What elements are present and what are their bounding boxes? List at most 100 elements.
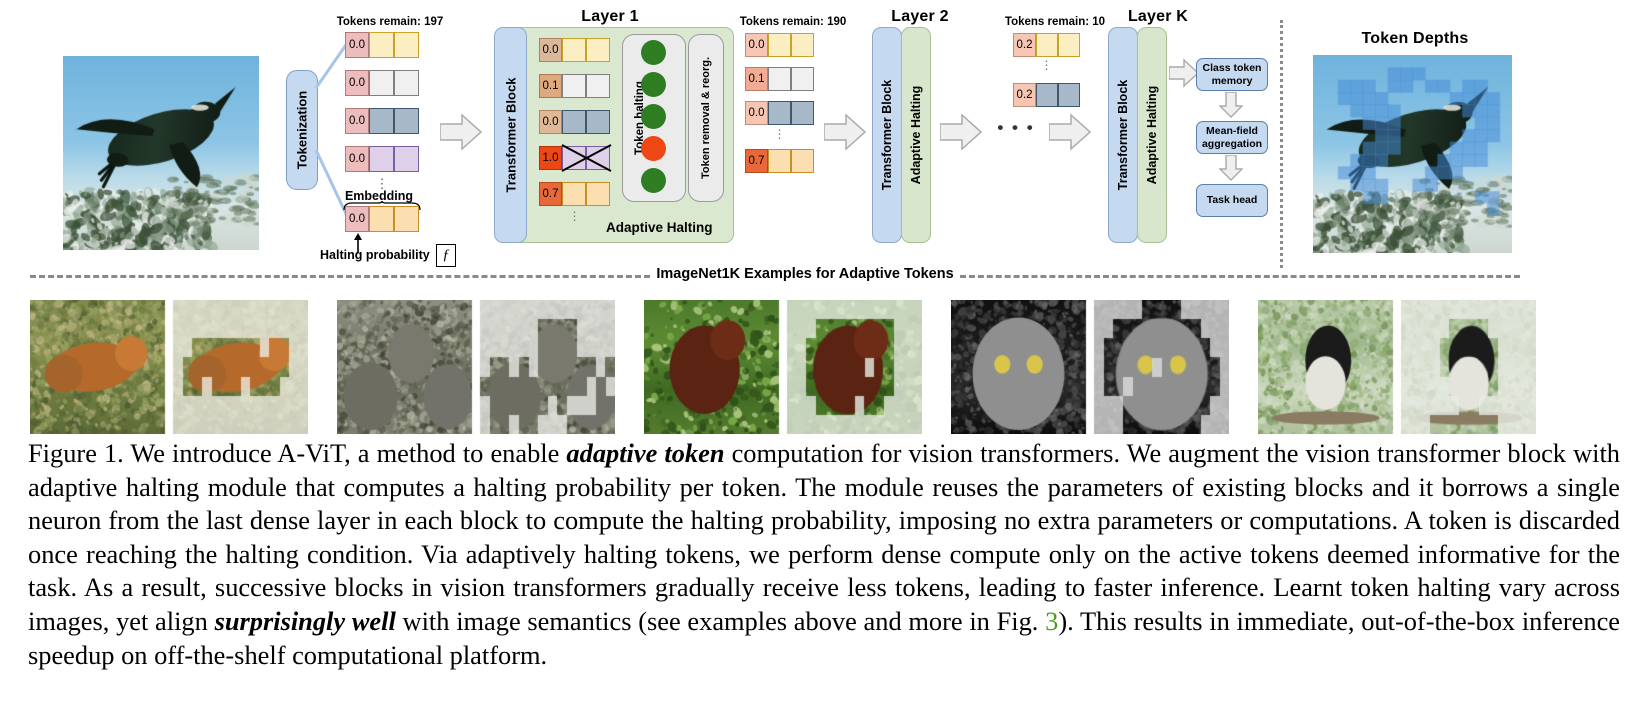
embedding-cell bbox=[369, 32, 394, 58]
token-row: 0.0 bbox=[345, 32, 419, 58]
halting-prob-cell: 0.0 bbox=[345, 32, 369, 58]
token-removal-label: Token removal & reorg. bbox=[700, 56, 712, 180]
token-depths-image bbox=[1313, 55, 1512, 253]
token-row: 0.2 bbox=[1013, 83, 1080, 107]
embedding-cell bbox=[394, 206, 419, 232]
embedding-cell bbox=[562, 74, 586, 98]
example-boar bbox=[337, 300, 615, 434]
caption-text: with image semantics (see examples above… bbox=[395, 605, 1046, 636]
token-row: 0.7 bbox=[745, 149, 814, 173]
token-row: 0.0 bbox=[345, 108, 419, 134]
embedding-cell bbox=[369, 206, 394, 232]
embedding-cell bbox=[394, 32, 419, 58]
token-row: 0.1 bbox=[539, 74, 610, 98]
caption-emphasis: surprisingly well bbox=[214, 605, 396, 636]
flow-arrow-down bbox=[1219, 92, 1243, 118]
token-rows-ellipsis: ⋮ bbox=[1040, 58, 1053, 72]
embedding-cell bbox=[768, 67, 791, 91]
embedding-cell bbox=[369, 146, 394, 172]
embedding-cell bbox=[369, 108, 394, 134]
mean-field-aggregation-label: Mean-field aggregation bbox=[1201, 125, 1263, 150]
halting-prob-cell: 0.0 bbox=[345, 70, 369, 96]
embedding-cell bbox=[562, 38, 586, 62]
flow-arrow bbox=[824, 113, 866, 151]
embedding-cell bbox=[394, 146, 419, 172]
token-row: 0.0 bbox=[345, 70, 419, 96]
embedding-cell bbox=[562, 182, 586, 206]
flow-arrow bbox=[940, 113, 982, 151]
halting-prob-cell: 0.0 bbox=[345, 206, 369, 232]
layer-2-title: Layer 2 bbox=[891, 8, 949, 25]
embedding-cell bbox=[1058, 83, 1080, 107]
embedding-cell bbox=[768, 33, 791, 57]
embedding-cell bbox=[586, 74, 610, 98]
token-row: 0.0 bbox=[745, 101, 814, 125]
token-active-dot bbox=[641, 40, 666, 65]
adaptive-halting-label: Adaptive Halting bbox=[909, 85, 923, 185]
tokens-remain-190: Tokens remain: 190 bbox=[739, 16, 847, 28]
embedding-cell bbox=[586, 182, 610, 206]
flow-arrow bbox=[1169, 58, 1199, 88]
vertical-dotted-divider bbox=[1280, 20, 1283, 268]
embedding-cell bbox=[586, 38, 610, 62]
input-image-penguin bbox=[63, 56, 259, 250]
embedding-cell bbox=[369, 70, 394, 96]
halting-prob-cell: 0.1 bbox=[539, 74, 562, 98]
example-fox bbox=[30, 300, 308, 434]
token-removal-panel: Token removal & reorg. bbox=[688, 34, 724, 202]
embedding-cell bbox=[791, 149, 814, 173]
layer-k-title: Layer K bbox=[1127, 8, 1189, 25]
class-token-memory-box: Class token memory bbox=[1196, 58, 1268, 91]
layer-k-transformer-block: Transformer Block bbox=[1108, 27, 1138, 243]
imagenet-divider-label: ImageNet1K Examples for Adaptive Tokens bbox=[656, 266, 954, 282]
layer-k-adaptive-halting: Adaptive Halting bbox=[1137, 27, 1167, 243]
halting-prob-cell: 0.0 bbox=[345, 146, 369, 172]
halting-probability-label: Halting probability bbox=[320, 248, 430, 262]
task-head-box: Task head bbox=[1196, 184, 1268, 217]
embedding-cell bbox=[1036, 83, 1058, 107]
flow-arrow-down bbox=[1219, 155, 1243, 181]
class-token-memory-label: Class token memory bbox=[1202, 62, 1262, 87]
mean-field-aggregation-box: Mean-field aggregation bbox=[1196, 121, 1268, 154]
transformer-block-label: Transformer Block bbox=[880, 79, 894, 191]
halting-prob-cell: 0.0 bbox=[745, 33, 768, 57]
halting-prob-cell: 0.0 bbox=[539, 110, 562, 134]
token-halted-dot bbox=[641, 136, 666, 161]
caption-figure-ref[interactable]: 3 bbox=[1045, 606, 1058, 636]
caption-text: Figure 1. We introduce A-ViT, a method t… bbox=[28, 438, 567, 468]
transformer-block-label: Transformer Block bbox=[503, 77, 518, 193]
embedding-cell bbox=[1058, 33, 1080, 57]
token-active-dot bbox=[641, 168, 666, 193]
caption-emphasis: adaptive token bbox=[566, 438, 725, 468]
token-row: 0.0 bbox=[345, 206, 419, 232]
adaptive-halting-label-layer1: Adaptive Halting bbox=[606, 220, 713, 235]
embedding-cell bbox=[394, 108, 419, 134]
adaptive-halting-label: Adaptive Halting bbox=[1145, 85, 1159, 185]
halting-prob-cell: 0.0 bbox=[345, 108, 369, 134]
token-row: 0.0 bbox=[539, 110, 610, 134]
halting-prob-cell: 0.7 bbox=[745, 149, 768, 173]
embedding-cell bbox=[768, 149, 791, 173]
embedding-cell bbox=[562, 110, 586, 134]
halting-prob-cell: 0.7 bbox=[539, 182, 562, 206]
embedding-cell bbox=[1036, 33, 1058, 57]
embedding-cell bbox=[791, 33, 814, 57]
token-row: 0.7 bbox=[539, 182, 610, 206]
token-active-dot bbox=[641, 72, 666, 97]
token-rows-ellipsis: ⋮ bbox=[568, 209, 581, 223]
token-row: 0.0 bbox=[745, 33, 814, 57]
transformer-block-label: Transformer Block bbox=[1116, 79, 1130, 191]
embedding-cell bbox=[791, 67, 814, 91]
token-rows-ellipsis: ⋮ bbox=[773, 127, 786, 141]
halting-prob-cell: 1.0 bbox=[539, 146, 562, 170]
figure-root: Tokenization Tokens remain: 197 0.0 0.0 … bbox=[0, 0, 1650, 715]
halting-prob-cell: 0.0 bbox=[745, 101, 768, 125]
embedding-cell bbox=[768, 101, 791, 125]
halting-prob-cell: 0.2 bbox=[1013, 33, 1036, 57]
token-row: 0.0 bbox=[539, 38, 610, 62]
example-orangutan bbox=[644, 300, 922, 434]
task-head-label: Task head bbox=[1206, 194, 1258, 207]
embedding-cell bbox=[791, 101, 814, 125]
embedding-cell bbox=[394, 70, 419, 96]
layer-1-transformer-block: Transformer Block bbox=[494, 27, 527, 243]
